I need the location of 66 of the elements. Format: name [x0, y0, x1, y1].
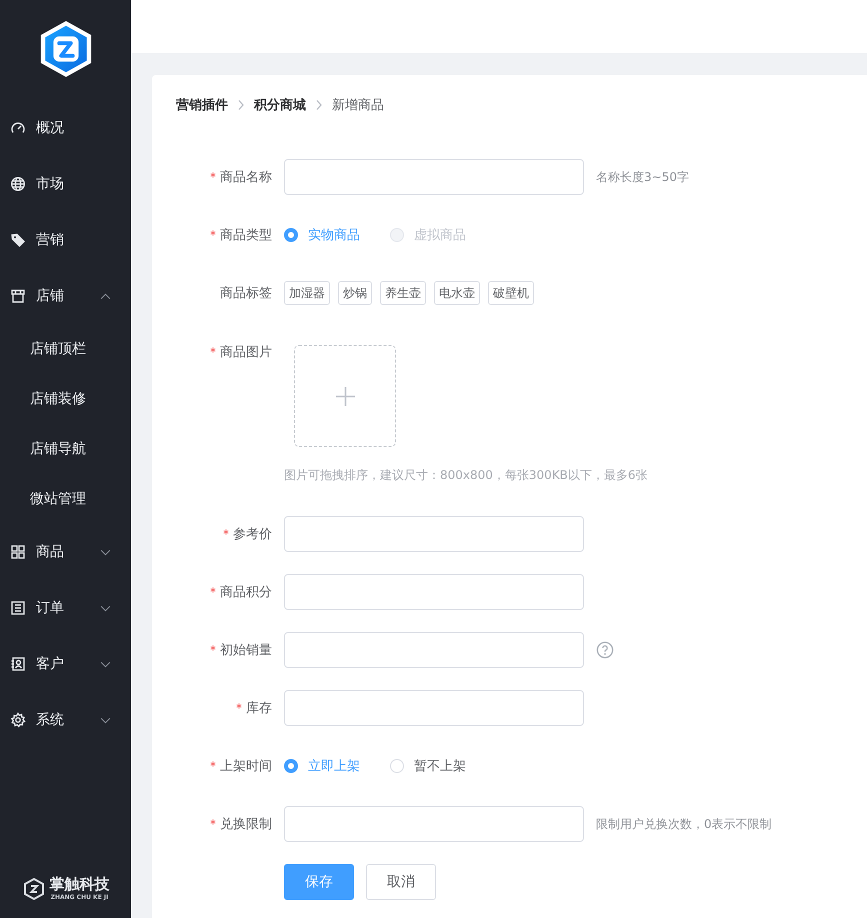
nav-subitem[interactable]: 店铺装修	[0, 374, 131, 424]
field-label: 库存	[246, 700, 272, 717]
plus-icon	[334, 386, 356, 406]
shop-icon	[10, 288, 26, 304]
input-field[interactable]	[284, 806, 584, 842]
tag[interactable]: 加湿器	[284, 281, 330, 305]
nav-item[interactable]: 订单	[0, 580, 131, 636]
nav-item[interactable]: 客户	[0, 636, 131, 692]
nav-subitem[interactable]: 微站管理	[0, 474, 131, 524]
nav-label: 概况	[36, 119, 65, 137]
chevron-right-icon	[237, 99, 245, 111]
globe-icon	[10, 176, 26, 192]
nav-label: 订单	[36, 599, 65, 617]
nav-item[interactable]: 商品	[0, 524, 131, 580]
cancel-button[interactable]: 取消	[366, 864, 436, 900]
chevron-right-icon	[315, 99, 323, 111]
nav-label: 系统	[36, 711, 65, 729]
grid-icon	[10, 544, 26, 560]
field-hint: 限制用户兑换次数，0表示不限制	[596, 816, 772, 832]
radio-option[interactable]: 暂不上架	[390, 757, 466, 775]
nav-subitem[interactable]: 店铺顶栏	[0, 324, 131, 374]
brand-name: 掌触科技	[50, 875, 110, 893]
nav-item[interactable]: 市场	[0, 156, 131, 212]
tag[interactable]: 破壁机	[488, 281, 534, 305]
field-label: 商品标签	[220, 285, 272, 302]
field-label: 兑换限制	[220, 816, 272, 833]
contact-card-icon	[10, 656, 26, 672]
input-field[interactable]	[284, 574, 584, 610]
nav-label: 客户	[36, 655, 65, 673]
radio-button[interactable]	[284, 228, 298, 242]
nav-label: 店铺	[36, 287, 65, 305]
nav-label: 商品	[36, 543, 65, 561]
nav-item[interactable]: 概况	[0, 100, 131, 156]
tag[interactable]: 养生壶	[380, 281, 426, 305]
breadcrumb-item[interactable]: 营销插件	[176, 96, 228, 114]
input-field[interactable]	[284, 632, 584, 668]
nav-label: 营销	[36, 231, 65, 249]
nav-item[interactable]: 系统	[0, 692, 131, 748]
settings-icon	[10, 712, 26, 728]
nav-item[interactable]: 店铺	[0, 268, 131, 324]
field-hint: 名称长度3~50字	[596, 168, 689, 186]
help-icon[interactable]	[596, 641, 614, 659]
tag[interactable]: 炒锅	[338, 281, 372, 305]
nav-label: 市场	[36, 175, 65, 193]
upload-box[interactable]	[294, 345, 396, 447]
field-label: 商品图片	[220, 344, 272, 361]
field-label: 初始销量	[220, 642, 272, 659]
list-icon	[10, 600, 26, 616]
input-field[interactable]	[284, 159, 584, 195]
field-label: 商品类型	[220, 227, 272, 244]
field-label: 商品积分	[220, 584, 272, 601]
field-label: 上架时间	[220, 758, 272, 775]
field-label: 参考价	[233, 526, 272, 543]
breadcrumb-item: 新增商品	[332, 97, 384, 114]
field-hint: 图片可拖拽排序，建议尺寸：800x800，每张300KB以下，最多6张	[284, 467, 648, 484]
nav-item[interactable]: 营销	[0, 212, 131, 268]
radio-option: 虚拟商品	[390, 226, 466, 244]
breadcrumb-item[interactable]: 积分商城	[254, 96, 306, 114]
tag-icon	[10, 232, 26, 248]
radio-button[interactable]	[284, 759, 298, 773]
input-field[interactable]	[284, 690, 584, 726]
input-field[interactable]	[284, 516, 584, 552]
field-label: 商品名称	[220, 169, 272, 186]
nav-subitem[interactable]: 店铺导航	[0, 424, 131, 474]
logo-icon	[22, 876, 46, 900]
tag[interactable]: 电水壶	[434, 281, 480, 305]
